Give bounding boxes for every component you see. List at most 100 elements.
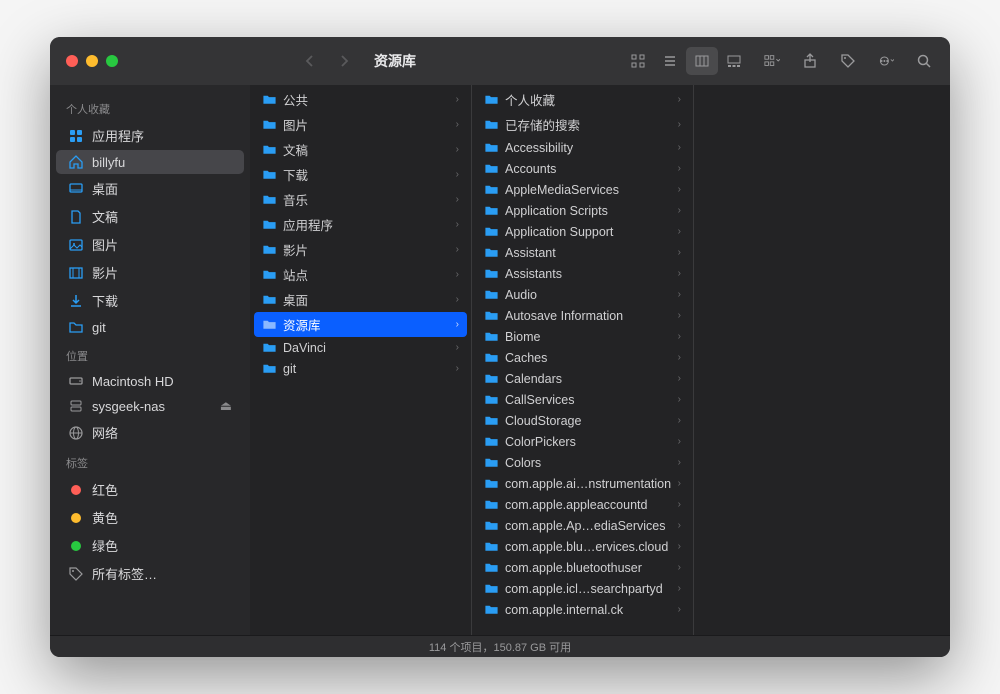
folder-label: AppleMediaServices [505, 183, 672, 197]
column [694, 85, 916, 635]
folder-item[interactable]: 文稿› [254, 137, 467, 162]
folder-item[interactable]: 公共› [254, 87, 467, 112]
sidebar-item[interactable]: Macintosh HD [56, 369, 244, 393]
folder-item[interactable]: Accounts› [476, 158, 689, 179]
folder-item[interactable]: Autosave Information› [476, 305, 689, 326]
chevron-right-icon: › [678, 583, 681, 594]
folder-item[interactable]: 个人收藏› [476, 87, 689, 112]
fullscreen-button[interactable] [106, 55, 118, 67]
folder-item[interactable]: Biome› [476, 326, 689, 347]
action-button[interactable] [870, 47, 902, 75]
folder-item[interactable]: DaVinci› [254, 337, 467, 358]
folder-label: Autosave Information [505, 309, 672, 323]
sidebar-item[interactable]: sysgeek-nas⏏ [56, 394, 244, 418]
folder-item[interactable]: Accessibility› [476, 137, 689, 158]
sidebar-item[interactable]: 黄色 [56, 504, 244, 531]
gallery-view-button[interactable] [718, 47, 750, 75]
folder-item[interactable]: com.apple.ai…nstrumentation› [476, 473, 689, 494]
tag-icon [68, 513, 84, 523]
folder-item[interactable]: 站点› [254, 262, 467, 287]
chevron-right-icon: › [678, 394, 681, 405]
tag-icon [68, 541, 84, 551]
eject-icon[interactable]: ⏏ [220, 398, 232, 414]
chevron-right-icon: › [678, 457, 681, 468]
folder-item[interactable]: com.apple.bluetoothuser› [476, 557, 689, 578]
share-button[interactable] [794, 47, 826, 75]
globe-icon [68, 425, 84, 441]
sidebar-item-label: 红色 [92, 480, 118, 499]
folder-label: com.apple.icl…searchpartyd [505, 582, 672, 596]
folder-label: 应用程序 [283, 215, 450, 234]
sidebar-item-label: 绿色 [92, 536, 118, 555]
folder-item[interactable]: com.apple.Ap…ediaServices› [476, 515, 689, 536]
folder-label: 公共 [283, 90, 450, 109]
search-button[interactable] [908, 47, 940, 75]
sidebar-item[interactable]: 文稿 [56, 203, 244, 230]
sidebar-item[interactable]: billyfu [56, 150, 244, 174]
sidebar-item[interactable]: 所有标签… [56, 560, 244, 587]
folder-item[interactable]: 音乐› [254, 187, 467, 212]
sidebar-item[interactable]: 下载 [56, 287, 244, 314]
folder-label: 已存储的搜索 [505, 115, 672, 134]
folder-label: 站点 [283, 265, 450, 284]
download-icon [68, 293, 84, 309]
sidebar-item-label: 桌面 [92, 179, 118, 198]
folder-item[interactable]: CloudStorage› [476, 410, 689, 431]
sidebar-section-header: 位置 [50, 340, 250, 368]
toolbar: 资源库 [134, 47, 950, 75]
chevron-right-icon: › [456, 244, 459, 255]
forward-button[interactable] [328, 47, 360, 75]
folder-label: Application Support [505, 225, 672, 239]
sidebar-item[interactable]: git [56, 315, 244, 339]
folder-item[interactable]: 影片 › [254, 237, 467, 262]
folder-item[interactable]: git› [254, 358, 467, 379]
traffic-lights [50, 55, 134, 67]
sidebar-item-label: 黄色 [92, 508, 118, 527]
folder-item[interactable]: ColorPickers› [476, 431, 689, 452]
folder-item[interactable]: Assistants› [476, 263, 689, 284]
folder-item[interactable]: 应用程序› [254, 212, 467, 237]
folder-item[interactable]: 图片› [254, 112, 467, 137]
folder-item[interactable]: com.apple.blu…ervices.cloud› [476, 536, 689, 557]
folder-item[interactable]: AppleMediaServices› [476, 179, 689, 200]
folder-icon [68, 319, 84, 335]
folder-item[interactable]: 桌面› [254, 287, 467, 312]
minimize-button[interactable] [86, 55, 98, 67]
sidebar-item[interactable]: 影片 [56, 259, 244, 286]
sidebar-item[interactable]: 应用程序 [56, 122, 244, 149]
folder-label: Biome [505, 330, 672, 344]
group-button[interactable] [756, 47, 788, 75]
chevron-right-icon: › [678, 373, 681, 384]
folder-item[interactable]: Audio› [476, 284, 689, 305]
tags-button[interactable] [832, 47, 864, 75]
column: 公共›图片›文稿›下载›音乐›应用程序› 影片 › 站点›桌面›资源库›DaVinci… [250, 85, 472, 635]
icon-view-button[interactable] [622, 47, 654, 75]
folder-item[interactable]: com.apple.appleaccountd› [476, 494, 689, 515]
folder-item[interactable]: 资源库› [254, 312, 467, 337]
folder-item[interactable]: Calendars› [476, 368, 689, 389]
folder-item[interactable]: Colors› [476, 452, 689, 473]
column-view-button[interactable] [686, 47, 718, 75]
folder-item[interactable]: Assistant› [476, 242, 689, 263]
folder-item[interactable]: Caches› [476, 347, 689, 368]
folder-item[interactable]: 已存储的搜索› [476, 112, 689, 137]
server-icon [68, 398, 84, 414]
desktop-icon [68, 181, 84, 197]
sidebar-item[interactable]: 绿色 [56, 532, 244, 559]
folder-label: Audio [505, 288, 672, 302]
folder-label: 影片 [283, 240, 450, 259]
folder-item[interactable]: CallServices› [476, 389, 689, 410]
folder-label: 文稿 [283, 140, 450, 159]
sidebar-item[interactable]: 网络 [56, 419, 244, 446]
folder-item[interactable]: Application Scripts› [476, 200, 689, 221]
sidebar-item[interactable]: 桌面 [56, 175, 244, 202]
list-view-button[interactable] [654, 47, 686, 75]
sidebar-item[interactable]: 图片 [56, 231, 244, 258]
folder-item[interactable]: Application Support› [476, 221, 689, 242]
folder-item[interactable]: 下载› [254, 162, 467, 187]
sidebar-item[interactable]: 红色 [56, 476, 244, 503]
back-button[interactable] [294, 47, 326, 75]
folder-item[interactable]: com.apple.icl…searchpartyd › [476, 578, 689, 599]
folder-item[interactable]: com.apple.internal.ck› [476, 599, 689, 620]
close-button[interactable] [66, 55, 78, 67]
